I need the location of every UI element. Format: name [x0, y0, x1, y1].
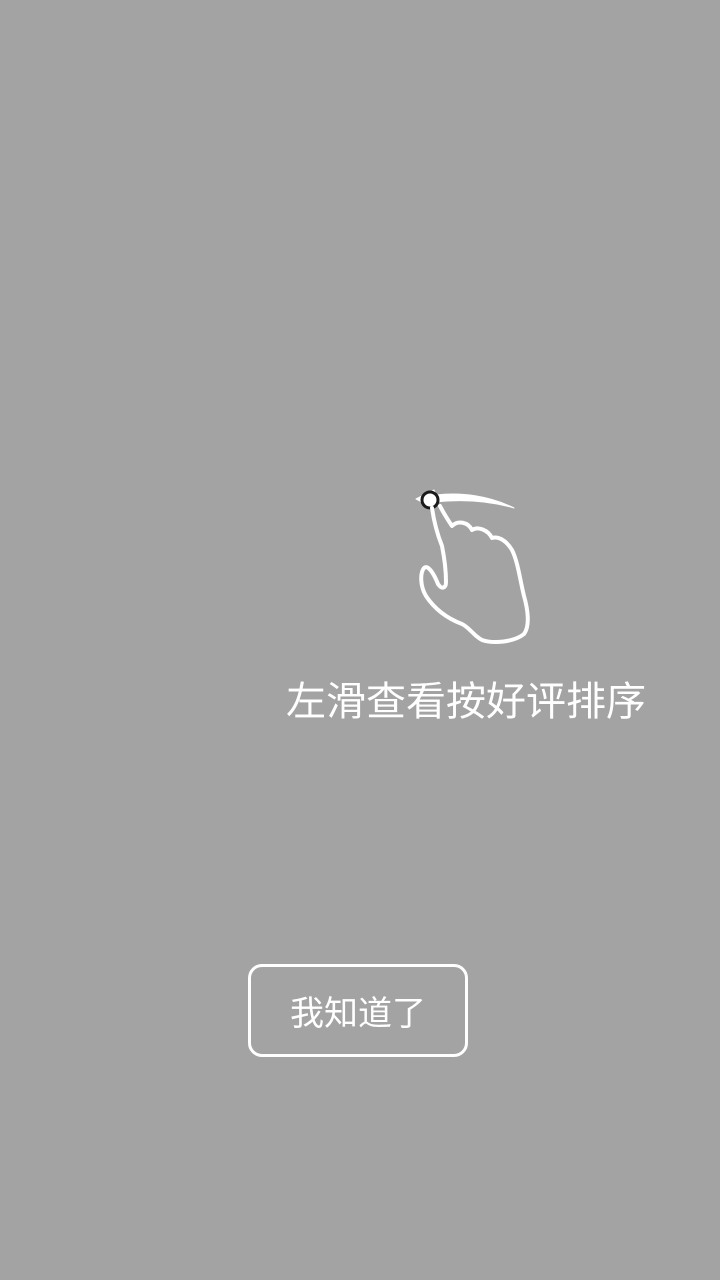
onboarding-overlay: 左滑查看按好评排序 我知道了	[0, 0, 720, 1280]
swipe-hint-text: 左滑查看按好评排序	[286, 679, 646, 725]
swipe-left-hand-icon	[410, 478, 540, 653]
got-it-button[interactable]: 我知道了	[248, 964, 468, 1057]
